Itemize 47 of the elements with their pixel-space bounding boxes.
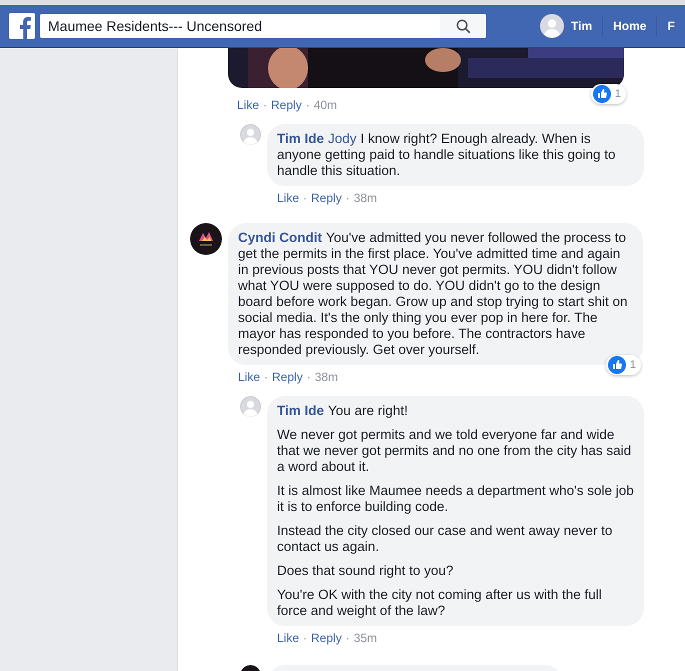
- profile-link[interactable]: Tim: [540, 14, 602, 38]
- reaction-number: 1: [630, 358, 636, 373]
- comment-action-link[interactable]: Reply: [272, 368, 303, 386]
- separator-dot: ·: [306, 97, 310, 114]
- search-button[interactable]: [440, 14, 486, 38]
- comment-time[interactable]: 35m: [354, 629, 378, 647]
- comment-action-link[interactable]: Like: [238, 368, 260, 386]
- like-icon: [608, 356, 626, 374]
- like-icon: [592, 85, 611, 103]
- nav-link[interactable]: Home: [603, 17, 656, 35]
- avatar-image[interactable]: [190, 223, 222, 255]
- reaction-number: 1: [614, 86, 621, 102]
- reaction-count[interactable]: 1: [590, 84, 626, 104]
- comment-text: Instead the city closed our case and went away never to contact us again.: [277, 523, 614, 555]
- search-icon: [456, 18, 470, 34]
- comment-text: It is almost like Maumee needs a department who's sole job it is to enforce building code.: [277, 483, 634, 515]
- comment-text: Cyndi Condit You've admitted you never followed the process to get the permits in the first place. You've admitted time and again in previous posts that YOU never got permits. YOU didn't follow what YOU were supposed to do. YOU didn't go to the design board before work began. Grow up and stop trying to start shit on social media. It's the only thing you ever pop in here for. The mayor has responded to you before. The contractors have responded previously. Get over yourself.: [238, 230, 628, 358]
- comment-text: We never got permits and we told everyone far and wide that we never got permits and no one from the city has said a word about it.: [277, 427, 632, 475]
- nav-link[interactable]: F: [657, 17, 685, 35]
- separator-dot: ·: [306, 369, 311, 386]
- avatar-icon: [540, 14, 564, 38]
- reaction-count[interactable]: 1: [606, 355, 641, 375]
- author-link[interactable]: Cyndi Condit: [238, 230, 322, 245]
- comment-time[interactable]: 38m: [354, 189, 378, 207]
- author-link[interactable]: Tim Ide: [277, 131, 324, 146]
- logo-icon[interactable]: [9, 13, 35, 39]
- comment-text: Does that sound right to you?: [277, 563, 454, 579]
- separator-dot: ·: [346, 630, 350, 647]
- separator-dot: ·: [264, 369, 268, 386]
- comment-action-link[interactable]: Reply: [311, 629, 342, 647]
- author-link[interactable]: Tim Ide: [277, 403, 324, 418]
- comment-text: You're OK with the city not coming after us with the full force and weight of the law?: [277, 587, 603, 619]
- separator-dot: ·: [263, 97, 268, 114]
- comment-action-link[interactable]: Like: [277, 629, 300, 647]
- search-field[interactable]: Maumee Residents--- Uncensored: [40, 14, 486, 38]
- comment-action-link[interactable]: Like: [277, 189, 300, 207]
- comment-text: Tim Ide You are right!: [277, 403, 409, 419]
- comment-action-link[interactable]: Reply: [311, 189, 342, 207]
- comment-action-link[interactable]: Like: [237, 96, 260, 114]
- comment-action-link[interactable]: Reply: [271, 96, 302, 114]
- separator-dot: ·: [346, 190, 350, 207]
- separator-dot: ·: [303, 630, 308, 647]
- separator-dot: ·: [303, 190, 308, 207]
- comment-text: Tim Ide Jody I know right? Enough already. When is anyone getting paid to handle situations like this going to handle this situation.: [277, 131, 616, 179]
- comment-time[interactable]: 40m: [314, 96, 338, 114]
- mention-link[interactable]: Jody: [328, 131, 357, 146]
- comment-time[interactable]: 38m: [314, 368, 338, 386]
